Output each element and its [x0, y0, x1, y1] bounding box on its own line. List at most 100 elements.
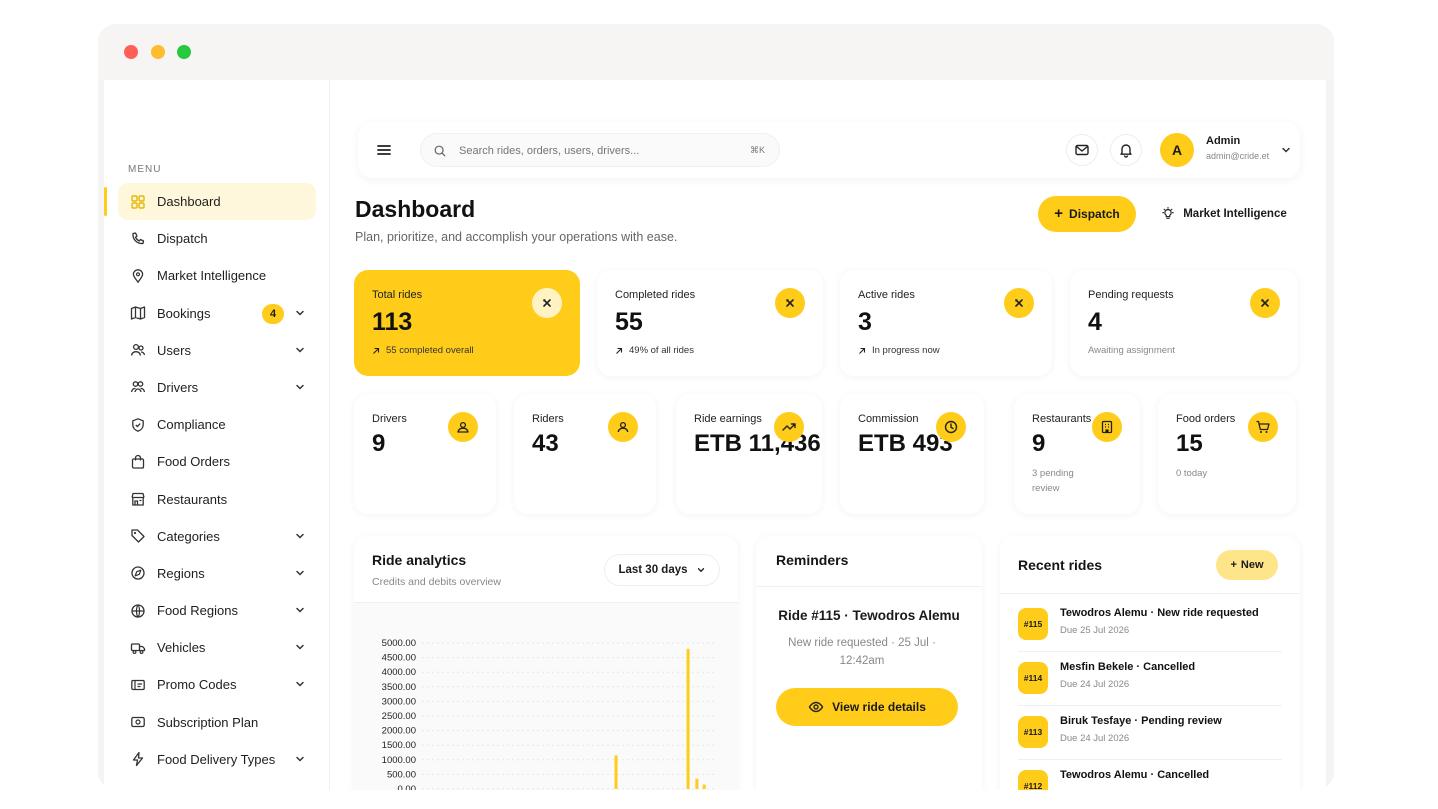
menu-label: MENU: [128, 164, 162, 175]
sidebar-item-label: Restaurants: [157, 491, 228, 507]
market-intelligence-label: Market Intelligence: [1183, 208, 1287, 220]
stat-card-restaurants: Restaurants 9 3 pending review: [1014, 394, 1140, 514]
sidebar-item-label: Food Delivery Types: [157, 751, 276, 767]
sidebar-item-label: Vehicles: [157, 640, 206, 656]
sidebar-item-market-intelligence[interactable]: Market Intelligence: [118, 257, 316, 294]
maximize-window-button[interactable]: [177, 45, 191, 59]
stat-note: 49% of all rides: [615, 345, 694, 356]
search-box[interactable]: ⌘K: [420, 133, 780, 167]
chevron-down-icon: [697, 568, 704, 573]
ride-list-item[interactable]: #113 Biruk Tesfaye · Pending review Due 24…: [1018, 706, 1282, 760]
plus-icon: +: [1054, 205, 1064, 222]
ride-due: Due 25 Jul 2026: [1060, 625, 1130, 636]
ride-due: Due 24 Jul 2026: [1060, 679, 1130, 690]
chevron-down-icon[interactable]: [294, 604, 306, 616]
chart-area: 5000.00 4500.00 4000.00 3500.00 3000.00 2500.…: [354, 602, 738, 790]
sidebar-item-compliance[interactable]: Compliance: [118, 406, 316, 443]
sidebar-item-food-orders[interactable]: Food Orders: [118, 443, 316, 480]
stat-label: Restaurants: [1032, 413, 1092, 425]
chevron-down-icon[interactable]: [1280, 144, 1292, 156]
sidebar-item-food-delivery-types[interactable]: Food Delivery Types: [118, 741, 316, 778]
ride-status: Pending review: [1141, 715, 1222, 727]
stat-note-text: 55 completed overall: [386, 345, 474, 356]
stat-icon-badge: [1004, 288, 1034, 318]
messages-button[interactable]: [1066, 134, 1098, 166]
stat-icon-badge: [448, 412, 478, 442]
notifications-button[interactable]: [1110, 134, 1142, 166]
new-ride-label: New: [1240, 559, 1264, 571]
user-email: admin@cride.et: [1206, 151, 1270, 161]
chevron-down-icon[interactable]: [294, 678, 306, 690]
stat-note: In progress now: [858, 345, 940, 356]
market-intelligence-button[interactable]: Market Intelligence: [1150, 196, 1298, 232]
stat-value: 55: [615, 308, 643, 336]
sidebar-item-label: Food Regions: [157, 603, 238, 619]
ride-analytics-chart: 5000.00 4500.00 4000.00 3500.00 3000.00 2500.…: [382, 638, 716, 790]
reminder-detail: New ride requested · 25 Jul · 12:42am: [788, 637, 936, 667]
tag-icon: [130, 528, 146, 544]
sidebar-item-regions[interactable]: Regions: [118, 555, 316, 592]
analytics-subtitle: Credits and debits overview: [372, 576, 501, 588]
bulb-icon: [130, 268, 146, 284]
cart-icon: [1256, 420, 1270, 433]
sidebar-item-subscription-plan[interactable]: Subscription Plan: [118, 704, 316, 741]
active-indicator: [104, 187, 107, 216]
chevron-down-icon[interactable]: [294, 567, 306, 579]
ride-list-item[interactable]: #115 Tewodros Alemu · New ride requested D…: [1018, 598, 1282, 652]
close-window-button[interactable]: [124, 45, 138, 59]
stat-note-text: 49% of all rides: [629, 345, 694, 356]
chevron-down-icon[interactable]: [294, 307, 306, 319]
stat-note: 55 completed overall: [372, 345, 474, 356]
dispatch-button[interactable]: + Dispatch: [1038, 196, 1136, 232]
menu-toggle-button[interactable]: [372, 138, 396, 162]
title-bar: [98, 24, 1334, 80]
ride-id-badge: #114: [1018, 662, 1048, 694]
ride-analytics-panel: Ride analytics Credits and debits overvi…: [354, 536, 738, 790]
y-tick-label: 2000.00: [382, 726, 416, 737]
stat-note: Awaiting assignment: [1088, 345, 1175, 356]
sidebar-item-promo-codes[interactable]: Promo Codes: [118, 666, 316, 703]
stat-label: Food orders: [1176, 413, 1236, 425]
phone-icon: [130, 231, 146, 247]
new-ride-button[interactable]: + New: [1216, 550, 1278, 580]
chevron-down-icon[interactable]: [294, 753, 306, 765]
sidebar: MENU Dashboard Dispatch Market Intelligenc…: [104, 80, 330, 790]
sidebar-item-label: Compliance: [157, 417, 226, 433]
dispatch-label: Dispatch: [1069, 207, 1120, 221]
search-input[interactable]: [459, 142, 739, 160]
sidebar-item-dispatch[interactable]: Dispatch: [118, 220, 316, 257]
sidebar-item-drivers[interactable]: Drivers: [118, 369, 316, 406]
stat-value: 3: [858, 308, 872, 336]
chevron-down-icon[interactable]: [294, 381, 306, 393]
sidebar-item-dashboard[interactable]: Dashboard: [104, 183, 316, 220]
grid-icon: [130, 194, 146, 210]
y-tick-label: 4000.00: [382, 667, 416, 678]
page-title: Dashboard: [355, 196, 476, 222]
arrow-up-right-icon: [373, 347, 380, 354]
stat-note-text: In progress now: [872, 345, 940, 356]
stat-label: Ride earnings: [694, 413, 762, 425]
minimize-window-button[interactable]: [151, 45, 165, 59]
sidebar-item-categories[interactable]: Categories: [118, 518, 316, 555]
chevron-down-icon[interactable]: [294, 344, 306, 356]
ride-list-item[interactable]: #114 Mesfin Bekele · Cancelled Due 24 Jul …: [1018, 652, 1282, 706]
ride-summary: Mesfin Bekele · Cancelled: [1060, 661, 1196, 673]
sidebar-item-food-regions[interactable]: Food Regions: [118, 592, 316, 629]
search-shortcut: ⌘K: [749, 145, 765, 155]
ride-summary: Tewodros Alemu · New ride requested: [1060, 607, 1259, 619]
avatar[interactable]: A: [1160, 133, 1194, 167]
view-ride-details-button[interactable]: View ride details: [776, 688, 958, 726]
sidebar-item-bookings[interactable]: Bookings 4: [118, 295, 316, 332]
sidebar-item-vehicles[interactable]: Vehicles: [118, 629, 316, 666]
stat-card-riders: Riders 43: [514, 394, 656, 514]
y-tick-label: 0.00: [398, 784, 417, 790]
sidebar-item-label: Dashboard: [157, 194, 221, 209]
arrow-up-right-icon: [616, 347, 623, 354]
chevron-down-icon[interactable]: [294, 530, 306, 542]
sidebar-item-restaurants[interactable]: Restaurants: [118, 481, 316, 518]
sidebar-item-users[interactable]: Users: [118, 332, 316, 369]
ride-list-item[interactable]: #112 Tewodros Alemu · Cancelled: [1018, 760, 1282, 790]
stat-label: Active rides: [858, 289, 915, 301]
chevron-down-icon[interactable]: [294, 641, 306, 653]
date-range-select[interactable]: Last 30 days: [604, 554, 720, 586]
